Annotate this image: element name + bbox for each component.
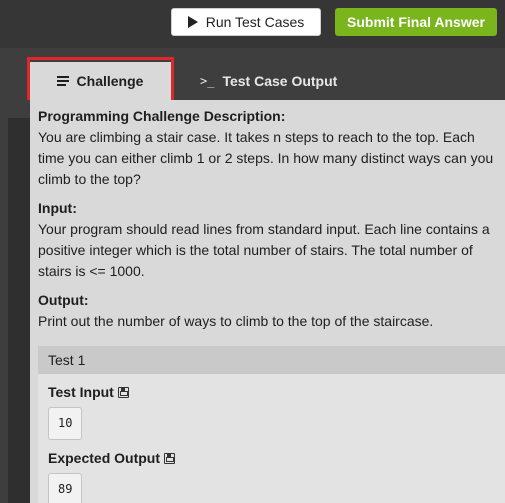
- tab-test-case-output-label: Test Case Output: [222, 73, 338, 89]
- input-title: Input:: [38, 200, 77, 216]
- save-icon[interactable]: [117, 387, 129, 398]
- tab-highlight-outline: [27, 57, 174, 104]
- play-icon: [187, 16, 198, 28]
- output-title: Output:: [38, 292, 89, 308]
- expected-output-label-text: Expected Output: [48, 450, 161, 466]
- description-title: Programming Challenge Description:: [38, 108, 286, 124]
- description-section: Programming Challenge Description: You a…: [38, 106, 505, 190]
- test-input-label: Test Input: [48, 382, 505, 403]
- test-input-label-text: Test Input: [48, 384, 114, 400]
- input-text: Your program should read lines from stan…: [38, 221, 490, 279]
- run-test-cases-button[interactable]: Run Test Cases: [171, 8, 321, 36]
- input-section: Input: Your program should read lines fr…: [38, 198, 505, 282]
- run-test-cases-label: Run Test Cases: [205, 14, 305, 30]
- tab-test-case-output[interactable]: >_ Test Case Output: [200, 62, 337, 100]
- test-case-header[interactable]: Test 1: [38, 346, 505, 374]
- test-case-panel: Test 1 Test Input 10 Expected Output 89: [38, 346, 505, 503]
- test-input-value: 10: [48, 407, 83, 440]
- description-text: You are climbing a stair case. It takes …: [38, 129, 494, 187]
- output-text: Print out the number of ways to climb to…: [38, 313, 434, 329]
- terminal-icon: >_: [200, 74, 215, 88]
- save-icon[interactable]: [164, 453, 176, 464]
- expected-output-label: Expected Output: [48, 448, 505, 469]
- submit-final-answer-button[interactable]: Submit Final Answer: [335, 8, 497, 36]
- top-toolbar: Run Test Cases Submit Final Answer: [0, 0, 505, 48]
- challenge-panel: Programming Challenge Description: You a…: [30, 100, 505, 503]
- expected-output-value: 89: [48, 473, 83, 503]
- left-scroll-rail: [8, 118, 30, 503]
- output-section: Output: Print out the number of ways to …: [38, 290, 505, 332]
